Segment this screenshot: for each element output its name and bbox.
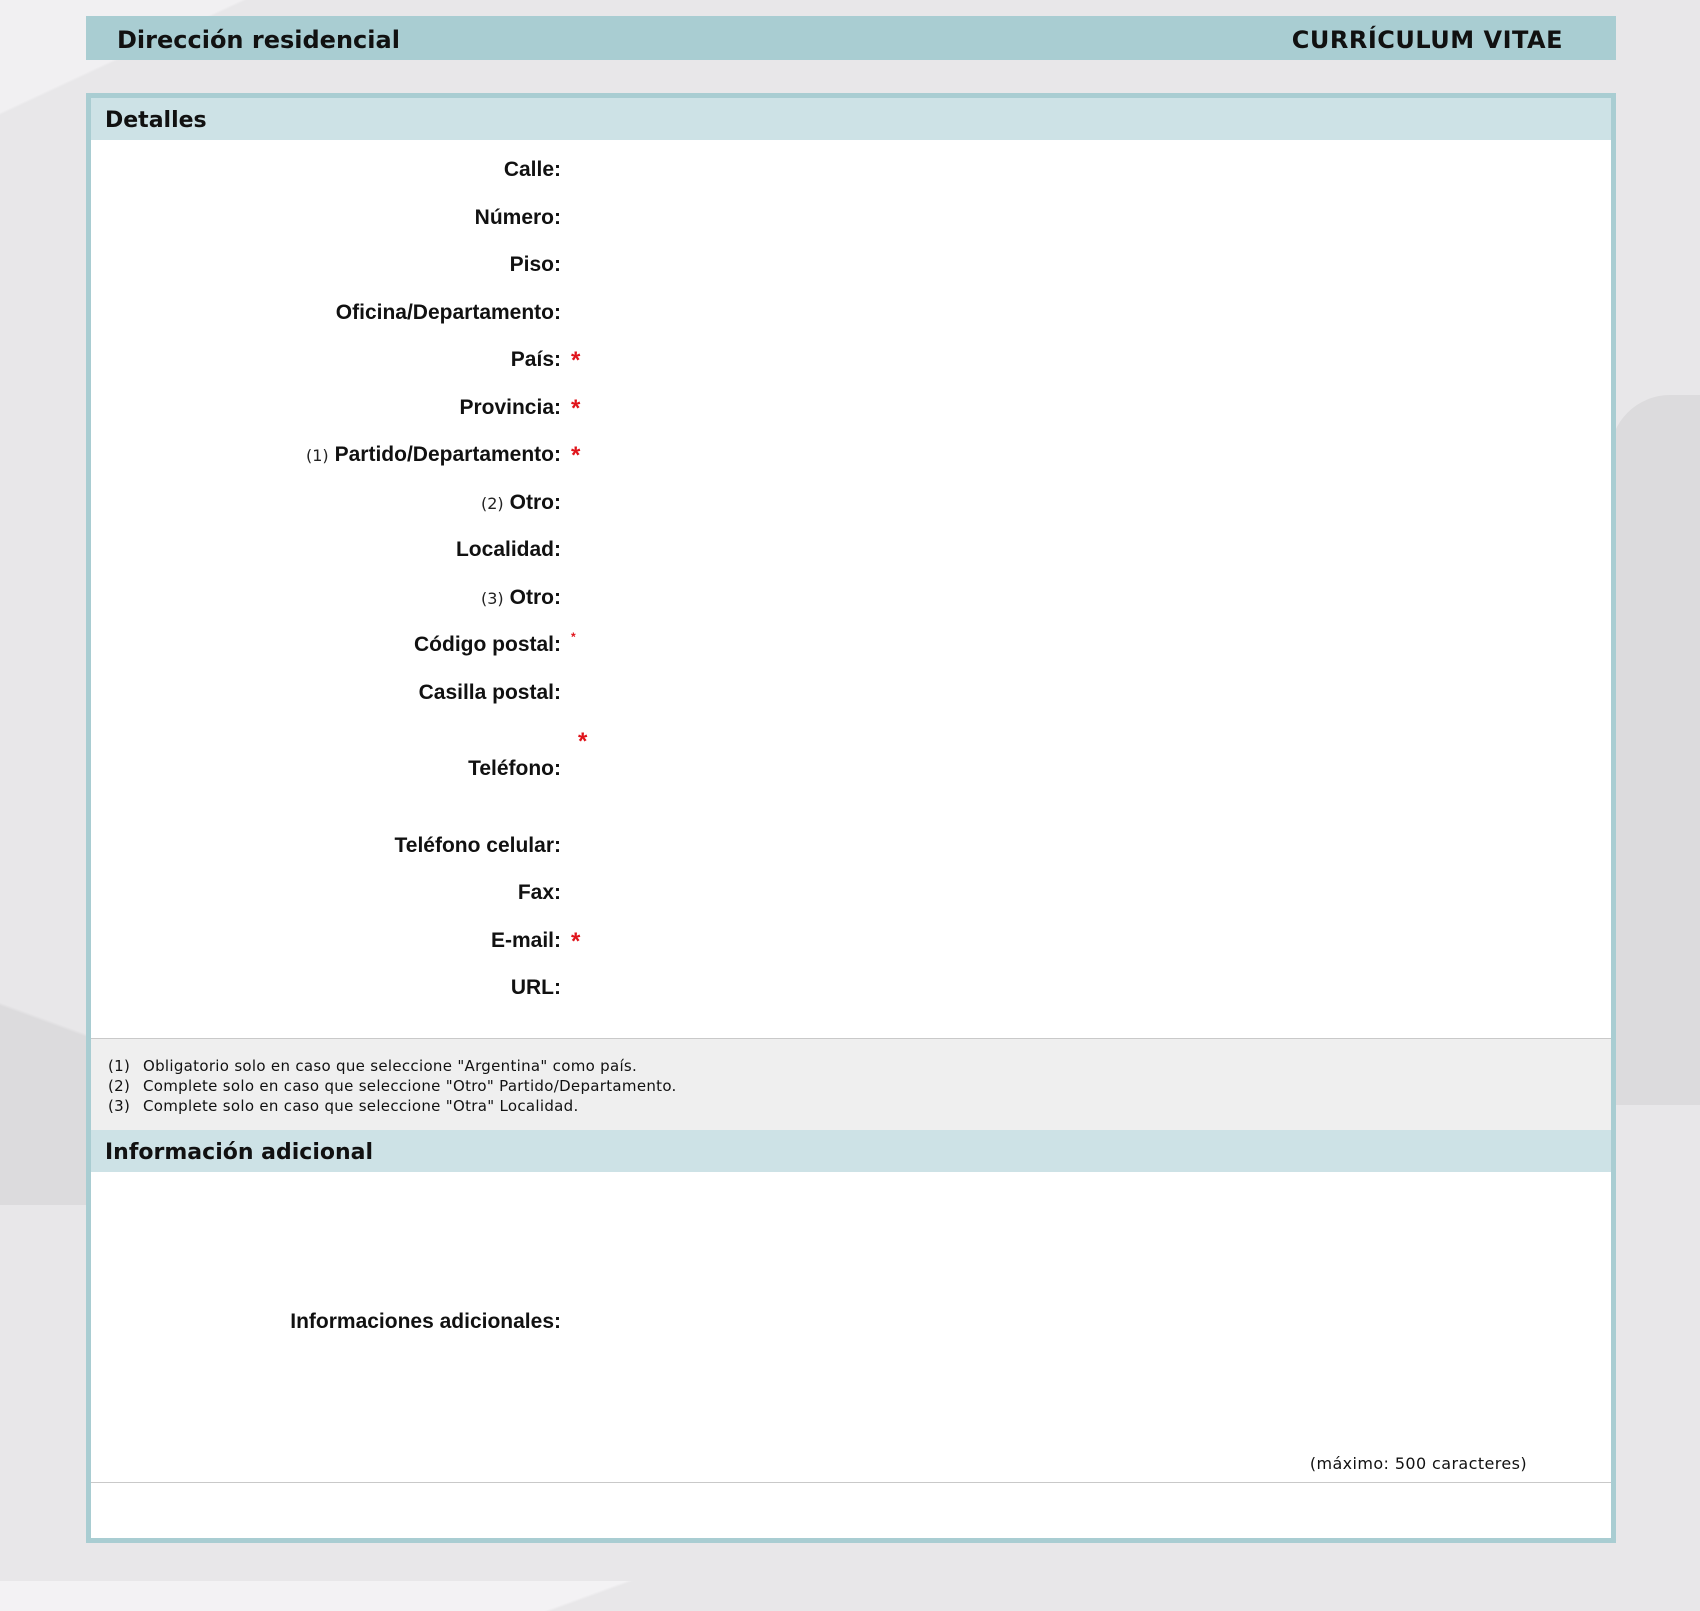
divider bbox=[91, 1482, 1611, 1483]
field-row-telefono: Teléfono: * bbox=[91, 728, 1611, 787]
footnote-line: (3) Complete solo en caso que seleccione … bbox=[108, 1097, 579, 1115]
max-chars-hint: (máximo: 500 caracteres) bbox=[1309, 1454, 1527, 1473]
field-label: Número: bbox=[474, 206, 561, 229]
footnotes: (1) Obligatorio solo en caso que seleccio… bbox=[91, 1038, 1611, 1130]
field-row-localidad: Localidad: bbox=[91, 538, 1611, 568]
field-row-calle: Calle: bbox=[91, 158, 1611, 188]
address-form-panel: Detalles Calle: Número: Piso: Oficina/De… bbox=[86, 93, 1616, 1543]
footnote-ref: (2) bbox=[481, 494, 504, 513]
footnote-line: (2) Complete solo en caso que seleccione … bbox=[108, 1077, 677, 1095]
section-header-details: Detalles bbox=[91, 98, 1611, 140]
field-label: (3) Otro: bbox=[481, 586, 561, 609]
page-title: Dirección residencial bbox=[117, 26, 400, 54]
field-label: Teléfono: bbox=[468, 757, 561, 780]
field-label: Casilla postal: bbox=[418, 681, 561, 704]
required-marker: * bbox=[571, 442, 581, 469]
field-label: Localidad: bbox=[455, 538, 561, 561]
required-marker: * bbox=[578, 728, 588, 755]
field-row-otro-partido: (2) Otro: bbox=[91, 491, 1611, 521]
section-title: Información adicional bbox=[105, 1140, 374, 1165]
field-row-oficina: Oficina/Departamento: bbox=[91, 301, 1611, 331]
footnote-line: (1) Obligatorio solo en caso que seleccio… bbox=[108, 1057, 638, 1075]
field-row-partido: (1) Partido/Departamento: * bbox=[91, 442, 1611, 473]
field-row-piso: Piso: bbox=[91, 253, 1611, 283]
field-label: Fax: bbox=[517, 881, 561, 904]
field-row-fax: Fax: bbox=[91, 881, 1611, 911]
additional-info-label: Informaciones adicionales: bbox=[290, 1310, 561, 1333]
field-row-email: E-mail: * bbox=[91, 928, 1611, 959]
background-shape bbox=[0, 900, 90, 1205]
background-shape bbox=[1610, 395, 1700, 1105]
section-title: Detalles bbox=[105, 108, 207, 133]
footnote-ref: (3) bbox=[481, 589, 504, 608]
field-label: Código postal: bbox=[414, 633, 561, 656]
field-label: País: bbox=[510, 348, 561, 371]
field-row-codigo-postal: Código postal: * bbox=[91, 630, 1611, 663]
field-label: E-mail: bbox=[490, 929, 561, 952]
field-row-url: URL: bbox=[91, 976, 1611, 1006]
page-header: Dirección residencial CURRÍCULUM VITAE bbox=[86, 16, 1616, 60]
field-row-provincia: Provincia: * bbox=[91, 395, 1611, 426]
field-label: (2) Otro: bbox=[481, 491, 561, 514]
field-row-casilla-postal: Casilla postal: bbox=[91, 681, 1611, 711]
field-label: Piso: bbox=[509, 253, 561, 276]
document-title: CURRÍCULUM VITAE bbox=[1291, 26, 1563, 54]
required-marker: * bbox=[571, 395, 581, 422]
field-label: URL: bbox=[510, 976, 561, 999]
field-label: Oficina/Departamento: bbox=[335, 301, 561, 324]
field-row-pais: País: * bbox=[91, 347, 1611, 378]
field-label: Provincia: bbox=[459, 396, 561, 419]
background-shape bbox=[0, 1581, 700, 1611]
field-row-telefono-celular: Teléfono celular: bbox=[91, 834, 1611, 864]
footnote-ref: (1) bbox=[305, 446, 329, 465]
required-marker: * bbox=[571, 347, 581, 374]
required-marker: * bbox=[571, 630, 576, 644]
section-header-additional-info: Información adicional bbox=[91, 1130, 1611, 1172]
field-row-otro-localidad: (3) Otro: bbox=[91, 586, 1611, 616]
field-label: Calle: bbox=[503, 158, 561, 181]
field-label: Teléfono celular: bbox=[394, 834, 561, 857]
field-label: (1) Partido/Departamento: bbox=[305, 443, 561, 466]
required-marker: * bbox=[571, 928, 581, 955]
field-row-numero: Número: bbox=[91, 206, 1611, 236]
